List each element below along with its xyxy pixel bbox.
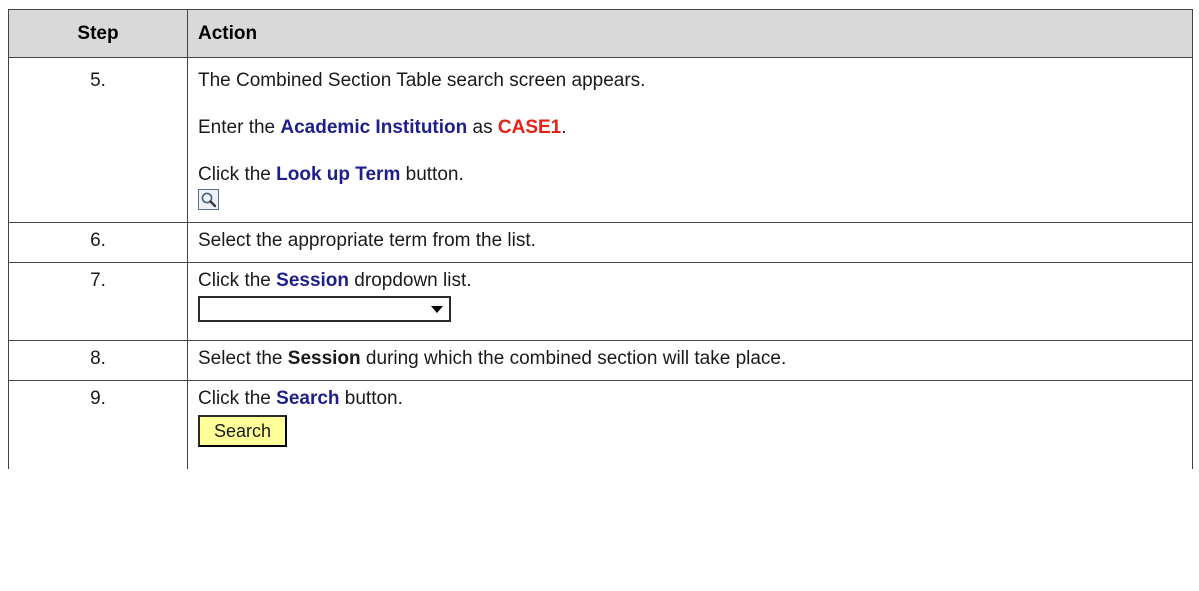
table-row-step-5: 5. The Combined Section Table search scr…	[8, 57, 1193, 223]
step-number: 9.	[8, 380, 188, 469]
instruction-text: The Combined Section Table search screen…	[198, 70, 646, 91]
entry-value-case1: CASE1	[497, 117, 562, 138]
instruction-text: Enter the Academic Institution as CASE1.	[198, 117, 1182, 139]
instruction-fragment: Click the	[198, 388, 277, 409]
session-dropdown[interactable]	[198, 296, 451, 322]
instruction-fragment: as	[467, 117, 498, 138]
action-cell: The Combined Section Table search screen…	[187, 57, 1193, 223]
action-cell: Click the Session dropdown list.	[187, 262, 1193, 341]
table-row-step-7: 7. Click the Session dropdown list.	[8, 262, 1193, 341]
step-number: 6.	[8, 222, 188, 263]
instruction-text: Click the Session dropdown list.	[198, 270, 1182, 292]
step-column-header: Step	[8, 9, 188, 58]
instruction-text: Click the Search button.	[198, 388, 1182, 410]
button-name-search: Search	[276, 388, 340, 409]
table-row-step-6: 6. Select the appropriate term from the …	[8, 222, 1193, 263]
instruction-fragment: during which the combined section will t…	[360, 348, 787, 369]
action-cell: Select the Session during which the comb…	[187, 340, 1193, 381]
search-button[interactable]: Search	[198, 415, 287, 447]
action-cell: Select the appropriate term from the lis…	[187, 222, 1193, 263]
action-column-header: Action	[187, 9, 1193, 58]
step-number: 5.	[8, 57, 188, 223]
step-number: 8.	[8, 340, 188, 381]
table-row-step-9: 9. Click the Search button. Search	[8, 380, 1193, 469]
magnifying-glass-lookup-icon[interactable]	[198, 189, 219, 210]
instruction-fragment: dropdown list.	[349, 270, 472, 291]
instruction-fragment: Click the	[198, 270, 277, 291]
instruction-fragment: .	[561, 117, 567, 138]
field-name-session: Session	[287, 348, 361, 369]
instruction-text: Select the appropriate term from the lis…	[198, 230, 536, 251]
magnifying-glass-icon	[201, 192, 217, 208]
instruction-fragment: Click the	[198, 164, 277, 185]
instruction-fragment: Enter the	[198, 117, 281, 138]
instruction-fragment: button.	[400, 164, 464, 185]
instruction-fragment: Select the	[198, 348, 288, 369]
procedure-steps-table: Step Action 5. The Combined Section Tabl…	[8, 9, 1193, 469]
field-name-session: Session	[276, 270, 350, 291]
chevron-down-icon	[431, 306, 443, 313]
table-header-row: Step Action	[8, 9, 1193, 58]
action-cell: Click the Search button. Search	[187, 380, 1193, 469]
field-name-academic-institution: Academic Institution	[280, 117, 468, 138]
instruction-text: Click the Look up Term button.	[198, 164, 1182, 186]
step-number: 7.	[8, 262, 188, 341]
button-name-look-up-term: Look up Term	[276, 164, 401, 185]
table-row-step-8: 8. Select the Session during which the c…	[8, 340, 1193, 381]
instruction-text: Select the Session during which the comb…	[198, 348, 1182, 370]
instruction-fragment: button.	[339, 388, 403, 409]
